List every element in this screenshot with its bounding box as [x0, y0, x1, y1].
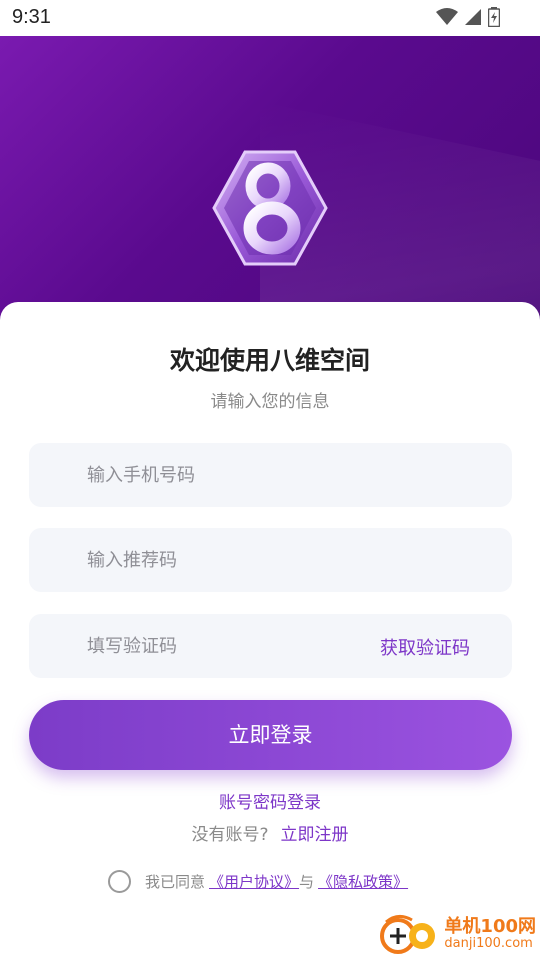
- login-button[interactable]: 立即登录: [29, 700, 512, 770]
- code-input[interactable]: [87, 614, 387, 678]
- agree-prefix: 我已同意: [145, 872, 206, 891]
- status-bar: 9:31: [0, 0, 540, 36]
- watermark-domain: danji100.com: [444, 936, 533, 951]
- page-title: 欢迎使用八维空间: [169, 346, 370, 375]
- agree-checkbox[interactable]: [108, 869, 131, 893]
- phone-input[interactable]: [87, 443, 387, 507]
- watermark-logo-icon: [380, 915, 436, 954]
- register-row: 没有账号? 立即注册: [0, 820, 540, 845]
- status-time: 9:31: [12, 6, 51, 28]
- agree-conjunction: 与: [299, 872, 315, 891]
- login-card: 欢迎使用八维空间 请输入您的信息 获取验证码 立即登录 账号密码登录 没有账号?…: [0, 302, 540, 960]
- code-field[interactable]: 获取验证码: [29, 614, 512, 678]
- app-logo-icon: [212, 150, 328, 266]
- agreement-row: 我已同意 《用户协议》 与 《隐私政策》: [108, 869, 408, 893]
- user-agreement-link[interactable]: 《用户协议》: [209, 871, 299, 892]
- privacy-policy-link[interactable]: 《隐私政策》: [318, 871, 408, 892]
- signal-icon: [465, 9, 481, 25]
- register-link[interactable]: 立即注册: [281, 825, 349, 845]
- referral-field[interactable]: [29, 528, 512, 592]
- password-login-link[interactable]: 账号密码登录: [0, 788, 540, 813]
- referral-input[interactable]: [87, 528, 387, 592]
- status-icons: [436, 7, 500, 27]
- battery-icon: [488, 7, 500, 27]
- hero-banner: [0, 36, 540, 326]
- watermark: 单机100网 danji100.com: [378, 912, 536, 956]
- get-code-button[interactable]: 获取验证码: [380, 634, 470, 660]
- no-account-text: 没有账号?: [191, 825, 269, 845]
- page-subtitle: 请输入您的信息: [210, 392, 330, 412]
- phone-field[interactable]: [29, 443, 512, 507]
- wifi-icon: [436, 8, 458, 25]
- watermark-name: 单机100网: [444, 916, 536, 937]
